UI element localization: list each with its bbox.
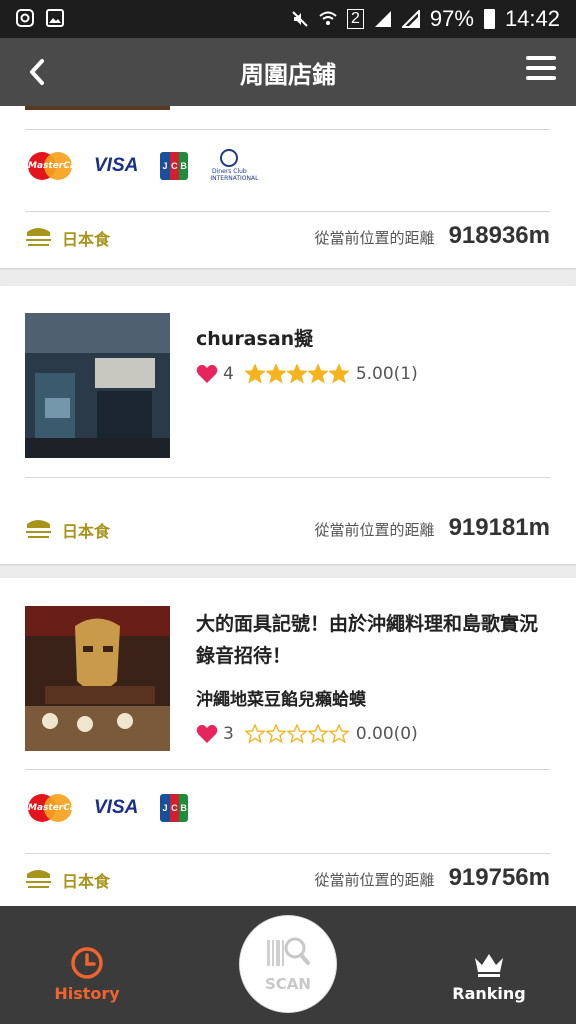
rating-score: 0.00(0)	[355, 724, 418, 744]
shop-thumbnail	[25, 313, 170, 458]
star-filled-icon	[307, 364, 328, 384]
mastercard-icon: MasterCard	[28, 151, 87, 180]
distance-info: 從當前位置的距離 919181m	[315, 514, 550, 542]
food-category-icon	[26, 870, 51, 888]
nav-ranking[interactable]: Ranking	[429, 946, 549, 1003]
nav-history-label: History	[54, 984, 120, 1003]
clock-icon	[71, 947, 103, 979]
divider	[25, 477, 550, 478]
distance-info: 從當前位置的距離 919756m	[315, 864, 550, 892]
shop-card[interactable]: MasterCard VISA JCB Diners Club INTERNAT…	[0, 106, 576, 268]
category-label: 日本食	[62, 230, 111, 249]
star-empty-icon	[244, 724, 265, 744]
payment-methods: MasterCard VISA JCB	[28, 794, 189, 822]
star-empty-icon	[307, 724, 328, 744]
distance-label: 從當前位置的距離	[314, 871, 435, 889]
shop-thumbnail	[25, 606, 170, 751]
shop-name[interactable]: 大的面具記號！由於沖繩料理和島歌實況錄音招待！	[196, 608, 556, 672]
scan-label: SCAN	[265, 975, 311, 993]
visa-icon: VISA	[94, 797, 139, 818]
category-row: 日本食 從當前位置的距離 919756m	[25, 860, 550, 900]
battery-percent: 97%	[429, 6, 474, 31]
shop-card[interactable]: 大的面具記號！由於沖繩料理和島歌實況錄音招待！ 沖繩地菜豆餡兒癩蛤蟆 3 0.0…	[0, 578, 576, 906]
food-category-icon	[26, 228, 51, 246]
heart-icon[interactable]	[196, 724, 218, 744]
category-label: 日本食	[62, 872, 111, 891]
star-filled-icon	[244, 364, 265, 384]
distance-label: 從當前位置的距離	[314, 229, 435, 247]
distance-value: 918936m	[448, 222, 550, 249]
star-rating	[244, 364, 349, 384]
shop-list[interactable]: MasterCard VISA JCB Diners Club INTERNAT…	[0, 106, 576, 906]
shop-thumbnail	[25, 106, 170, 110]
nav-ranking-label: Ranking	[452, 984, 526, 1003]
shop-subname: 沖繩地菜豆餡兒癩蛤蟆	[196, 690, 366, 710]
star-filled-icon	[265, 364, 286, 384]
divider	[25, 853, 550, 854]
category-row: 日本食 從當前位置的距離 919181m	[25, 510, 550, 550]
signal-icon-2	[401, 10, 420, 28]
rating-score: 5.00(1)	[355, 364, 418, 384]
favorite-count: 4	[223, 364, 234, 384]
jcb-icon: JCB	[160, 151, 189, 180]
divider	[25, 129, 550, 130]
page-title: 周圍店鋪	[240, 61, 336, 89]
star-empty-icon	[265, 724, 286, 744]
diners-club-icon: Diners Club INTERNATIONAL	[210, 149, 258, 182]
distance-value: 919756m	[448, 864, 550, 891]
distance-label: 從當前位置的距離	[314, 521, 435, 539]
favorite-count: 3	[223, 724, 234, 744]
app-header: 周圍店鋪	[0, 38, 576, 106]
crown-icon	[475, 954, 503, 977]
wifi-icon	[319, 11, 337, 25]
divider	[25, 211, 550, 212]
instagram-icon	[16, 9, 34, 27]
category-label: 日本食	[62, 522, 111, 541]
star-empty-icon	[286, 724, 307, 744]
mute-icon	[292, 11, 308, 27]
distance-value: 919181m	[448, 514, 550, 541]
category-row: 日本食 從當前位置的距離 918936m	[25, 218, 550, 258]
jcb-icon: JCB	[160, 794, 189, 822]
gallery-icon	[46, 9, 64, 27]
visa-icon: VISA	[94, 154, 139, 176]
heart-icon[interactable]	[196, 364, 218, 384]
status-bar: 2 97% 14:42	[0, 0, 576, 38]
rating-row: 4 5.00(1)	[196, 362, 418, 386]
sim-indicator: 2	[346, 9, 364, 29]
star-rating	[244, 724, 349, 744]
payment-methods: MasterCard VISA JCB Diners Club INTERNAT…	[28, 149, 258, 182]
signal-icon	[374, 11, 391, 27]
battery-icon	[483, 9, 495, 29]
star-empty-icon	[328, 724, 349, 744]
scan-button[interactable]: SCAN	[240, 916, 336, 1012]
star-filled-icon	[286, 364, 307, 384]
barcode-search-icon	[267, 937, 310, 966]
divider	[25, 769, 550, 770]
menu-icon[interactable]	[526, 56, 556, 86]
shop-card[interactable]: churasan擬 4 5.00(1) 日本食 從當前位置的距離 919181m	[0, 286, 576, 564]
star-filled-icon	[328, 364, 349, 384]
clock: 14:42	[504, 6, 560, 31]
rating-row: 3 0.00(0)	[196, 722, 418, 746]
shop-name[interactable]: churasan擬	[196, 323, 556, 355]
distance-info: 從當前位置的距離 918936m	[315, 222, 550, 250]
food-category-icon	[26, 520, 51, 538]
nav-history[interactable]: History	[27, 946, 147, 1003]
mastercard-icon: MasterCard	[28, 794, 87, 822]
